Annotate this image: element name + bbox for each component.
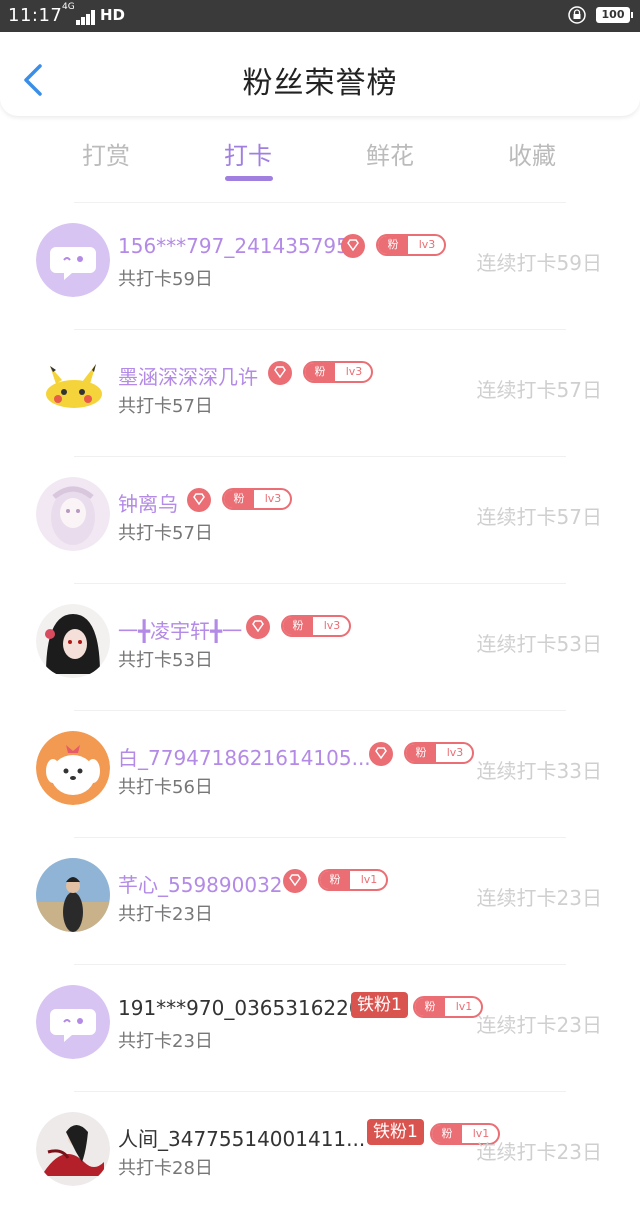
- streak-checkin: 连续打卡23日: [476, 886, 602, 910]
- signal-icon: [76, 9, 98, 25]
- streak-checkin: 连续打卡53日: [476, 632, 602, 656]
- fan-level-badge: 粉 lv3: [404, 742, 474, 764]
- diamond-badge-icon: [341, 234, 365, 258]
- streak-checkin: 连续打卡57日: [476, 505, 602, 529]
- tab-favorites[interactable]: 收藏: [462, 136, 602, 171]
- fan-level-badge: 粉 lv1: [413, 996, 483, 1018]
- total-checkin: 共打卡57日: [118, 523, 213, 544]
- total-checkin: 共打卡23日: [118, 1031, 213, 1052]
- diamond-badge-icon: [369, 742, 393, 766]
- puppy-avatar: [36, 731, 110, 805]
- iron-fan-badge: 铁粉1: [351, 992, 408, 1018]
- dark-hair-avatar: [36, 604, 110, 678]
- list-item[interactable]: 墨涵深深深几许 粉 lv3 共打卡57日 连续打卡57日: [0, 330, 640, 457]
- list-item[interactable]: 156***797_241435795 粉 lv3 共打卡59日 连续打卡59日: [0, 203, 640, 330]
- network-type: 4G: [62, 2, 75, 12]
- fan-name: 钟离乌: [118, 492, 178, 516]
- streak-checkin: 连续打卡59日: [476, 251, 602, 275]
- red-figure-avatar: [36, 1112, 110, 1186]
- fan-name: 191***970_0365316220: [118, 996, 362, 1020]
- tab-bar: 打赏 打卡 鲜花 收藏: [0, 132, 640, 184]
- tab-checkin[interactable]: 打卡: [178, 136, 318, 171]
- list-item[interactable]: 钟离乌 粉 lv3 共打卡57日 连续打卡57日: [0, 457, 640, 584]
- fan-name: 一╋凌宇轩╋一: [118, 619, 243, 643]
- list-item[interactable]: 一╋凌宇轩╋一 粉 lv3 共打卡53日 连续打卡53日: [0, 584, 640, 711]
- fan-name: 人间_34775514001411...: [118, 1127, 366, 1151]
- header: 粉丝荣誉榜: [0, 32, 640, 116]
- list-item[interactable]: 人间_34775514001411... 铁粉1 粉 lv1 共打卡28日 连续…: [0, 1092, 640, 1219]
- hd-icon: HD: [100, 6, 126, 24]
- status-time: 11:17: [8, 5, 63, 26]
- diamond-badge-icon: [283, 869, 307, 893]
- fan-name: 芊心_559890032: [118, 873, 283, 897]
- chat-bubble-avatar: [36, 985, 110, 1059]
- fan-name: 墨涵深深深几许: [118, 365, 258, 389]
- diamond-badge-icon: [246, 615, 270, 639]
- fan-level-badge: 粉 lv3: [303, 361, 373, 383]
- tab-flowers[interactable]: 鲜花: [320, 136, 460, 171]
- rotation-lock-icon: [568, 6, 586, 24]
- page-title: 粉丝荣誉榜: [242, 66, 398, 101]
- status-bar: 11:17 4G HD 100: [0, 0, 640, 32]
- streak-checkin: 连续打卡57日: [476, 378, 602, 402]
- total-checkin: 共打卡59日: [118, 269, 213, 290]
- fan-level-badge: 粉 lv3: [281, 615, 351, 637]
- total-checkin: 共打卡56日: [118, 777, 213, 798]
- fan-level-badge: 粉 lv3: [222, 488, 292, 510]
- photo-avatar: [36, 858, 110, 932]
- fan-level-badge: 粉 lv3: [376, 234, 446, 256]
- fan-level-badge: 粉 lv1: [318, 869, 388, 891]
- fan-name: 白_7794718621614105...: [118, 746, 371, 770]
- fan-name: 156***797_241435795: [118, 234, 349, 258]
- list-item[interactable]: 芊心_559890032 粉 lv1 共打卡23日 连续打卡23日: [0, 838, 640, 965]
- total-checkin: 共打卡53日: [118, 650, 213, 671]
- battery-indicator: 100: [596, 7, 633, 23]
- streak-checkin: 连续打卡23日: [476, 1013, 602, 1037]
- total-checkin: 共打卡23日: [118, 904, 213, 925]
- streak-checkin: 连续打卡33日: [476, 759, 602, 783]
- total-checkin: 共打卡57日: [118, 396, 213, 417]
- list-item[interactable]: 191***970_0365316220 铁粉1 粉 lv1 共打卡23日 连续…: [0, 965, 640, 1092]
- total-checkin: 共打卡28日: [118, 1158, 213, 1179]
- pikachu-avatar: [36, 350, 110, 424]
- fan-list: 156***797_241435795 粉 lv3 共打卡59日 连续打卡59日…: [0, 203, 640, 1219]
- tab-reward[interactable]: 打赏: [36, 136, 176, 171]
- chat-bubble-avatar: [36, 223, 110, 297]
- iron-fan-badge: 铁粉1: [367, 1119, 424, 1145]
- streak-checkin: 连续打卡23日: [476, 1140, 602, 1164]
- diamond-badge-icon: [268, 361, 292, 385]
- active-tab-indicator: [225, 176, 273, 181]
- list-item[interactable]: 白_7794718621614105... 粉 lv3 共打卡56日 连续打卡3…: [0, 711, 640, 838]
- diamond-badge-icon: [187, 488, 211, 512]
- anime-girl-avatar: [36, 477, 110, 551]
